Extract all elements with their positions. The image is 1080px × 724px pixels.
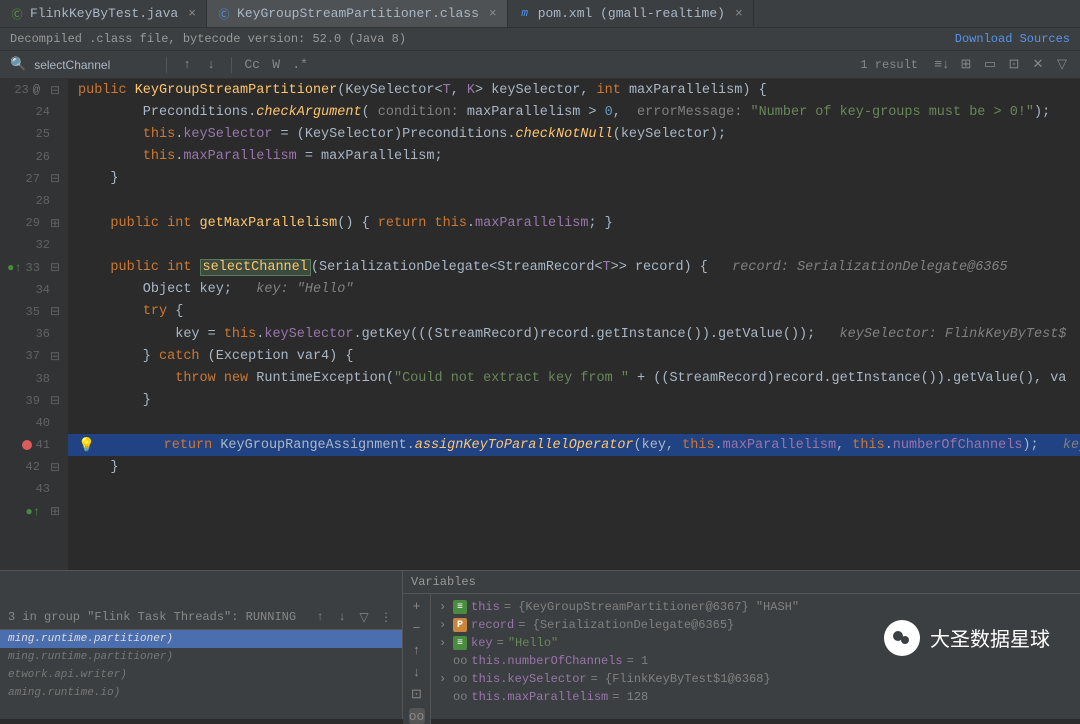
- gutter-line[interactable]: 32: [0, 234, 68, 256]
- line-gutter: 23@⊟ 24 25 26 27⊟ 28 29⊞ 32 ●↑33⊟ 34 35⊟…: [0, 79, 68, 570]
- toolbar-icon-4[interactable]: ⊡: [1006, 57, 1022, 73]
- toolbar-icon-5[interactable]: ✕: [1030, 57, 1046, 73]
- add-watch-icon[interactable]: +: [409, 598, 425, 614]
- next-frame-icon[interactable]: ↓: [334, 609, 350, 625]
- frames-header: 3 in group "Flink Task Threads": RUNNING…: [0, 605, 402, 630]
- gutter-line[interactable]: 43: [0, 478, 68, 500]
- gutter-line[interactable]: 41: [0, 434, 68, 456]
- prev-occurrence-icon[interactable]: ↑: [179, 57, 195, 73]
- stack-frame[interactable]: ming.runtime.partitioner): [0, 648, 402, 666]
- breakpoint-icon: [22, 440, 32, 450]
- maven-icon: m: [518, 7, 532, 21]
- variables-header: Variables: [403, 571, 1080, 594]
- prev-frame-icon[interactable]: ↑: [312, 609, 328, 625]
- stack-frame[interactable]: ming.runtime.partitioner): [0, 630, 402, 648]
- toolbar-icon-2[interactable]: ⊞: [958, 57, 974, 73]
- tab-label: KeyGroupStreamPartitioner.class: [237, 6, 479, 21]
- variable-row[interactable]: ›≡this = {KeyGroupStreamPartitioner@6367…: [435, 598, 1076, 616]
- stack-frame[interactable]: etwork.api.writer): [0, 666, 402, 684]
- more-icon[interactable]: ⋮: [378, 609, 394, 625]
- execution-line: 💡 return KeyGroupRangeAssignment.assignK…: [68, 434, 1080, 456]
- frames-panel: 3 in group "Flink Task Threads": RUNNING…: [0, 571, 403, 719]
- watermark: 大圣数据星球: [884, 620, 1050, 656]
- filter-icon[interactable]: ▽: [356, 609, 372, 625]
- java-class-icon: Ⓒ: [10, 7, 24, 21]
- this-icon: ≡: [453, 600, 467, 614]
- tab-file-1[interactable]: Ⓒ FlinkKeyByTest.java ×: [0, 0, 207, 27]
- var-icon: ≡: [453, 636, 467, 650]
- gutter-line[interactable]: ●↑⊞: [0, 501, 68, 523]
- watermark-text: 大圣数据星球: [930, 623, 1050, 653]
- next-occurrence-icon[interactable]: ↓: [203, 57, 219, 73]
- thread-status: 3 in group "Flink Task Threads": RUNNING: [8, 610, 296, 624]
- gutter-line[interactable]: 27⊟: [0, 168, 68, 190]
- remove-watch-icon[interactable]: −: [409, 620, 425, 636]
- gutter-line[interactable]: 35⊟: [0, 301, 68, 323]
- decompile-info-bar: Decompiled .class file, bytecode version…: [0, 28, 1080, 51]
- close-icon[interactable]: ×: [188, 6, 196, 21]
- divider: [166, 57, 167, 73]
- gutter-line[interactable]: 28: [0, 190, 68, 212]
- duplicate-icon[interactable]: ⊡: [409, 686, 425, 702]
- divider: [231, 57, 232, 73]
- match-case-icon[interactable]: Cc: [244, 57, 260, 73]
- tab-file-3[interactable]: m pom.xml (gmall-realtime) ×: [508, 0, 754, 27]
- download-sources-link[interactable]: Download Sources: [955, 32, 1070, 46]
- gutter-line[interactable]: 39⊟: [0, 390, 68, 412]
- intention-bulb-icon[interactable]: 💡: [78, 437, 95, 454]
- glasses-icon[interactable]: oo: [409, 708, 425, 724]
- gutter-line[interactable]: 29⊞: [0, 212, 68, 234]
- variable-row[interactable]: ›oo this.keySelector = {FlinkKeyByTest$1…: [435, 670, 1076, 688]
- param-icon: P: [453, 618, 467, 632]
- toolbar-icon-1[interactable]: ≡↓: [934, 57, 950, 73]
- gutter-line[interactable]: 38: [0, 367, 68, 389]
- search-input[interactable]: [34, 58, 154, 72]
- close-icon[interactable]: ×: [735, 6, 743, 21]
- variables-list: ›≡this = {KeyGroupStreamPartitioner@6367…: [431, 594, 1080, 724]
- gutter-line[interactable]: 40: [0, 412, 68, 434]
- tab-label: FlinkKeyByTest.java: [30, 6, 178, 21]
- gutter-line[interactable]: ●↑33⊟: [0, 257, 68, 279]
- gutter-line[interactable]: 25: [0, 123, 68, 145]
- stack-frame[interactable]: aming.runtime.io): [0, 684, 402, 702]
- up-icon[interactable]: ↑: [409, 642, 425, 658]
- code-editor: 23@⊟ 24 25 26 27⊟ 28 29⊞ 32 ●↑33⊟ 34 35⊟…: [0, 79, 1080, 570]
- filter-icon[interactable]: ▽: [1054, 57, 1070, 73]
- gutter-line[interactable]: 42⊟: [0, 456, 68, 478]
- tab-file-2[interactable]: Ⓒ KeyGroupStreamPartitioner.class ×: [207, 0, 508, 27]
- search-icon: 🔍: [10, 57, 26, 72]
- java-class-icon: Ⓒ: [217, 7, 231, 21]
- search-result-count: 1 result: [860, 58, 918, 72]
- regex-icon[interactable]: .*: [292, 57, 308, 73]
- gutter-line[interactable]: 36: [0, 323, 68, 345]
- gutter-line[interactable]: 26: [0, 146, 68, 168]
- variable-row[interactable]: oo this.maxParallelism = 128: [435, 688, 1076, 706]
- gutter-line[interactable]: 34: [0, 279, 68, 301]
- down-icon[interactable]: ↓: [409, 664, 425, 680]
- toolbar-icon-3[interactable]: ▭: [982, 57, 998, 73]
- variables-toolbar: + − ↑ ↓ ⊡ oo: [403, 594, 431, 724]
- gutter-line[interactable]: 23@⊟: [0, 79, 68, 101]
- whole-word-icon[interactable]: W: [268, 57, 284, 73]
- find-bar: 🔍 ↑ ↓ Cc W .* 1 result ≡↓ ⊞ ▭ ⊡ ✕ ▽: [0, 51, 1080, 79]
- gutter-line[interactable]: 24: [0, 101, 68, 123]
- editor-tabs: Ⓒ FlinkKeyByTest.java × Ⓒ KeyGroupStream…: [0, 0, 1080, 28]
- wechat-icon: [884, 620, 920, 656]
- close-icon[interactable]: ×: [489, 6, 497, 21]
- tab-label: pom.xml (gmall-realtime): [538, 6, 725, 21]
- decompile-info: Decompiled .class file, bytecode version…: [10, 32, 406, 46]
- gutter-line[interactable]: 37⊟: [0, 345, 68, 367]
- code-content[interactable]: public KeyGroupStreamPartitioner(KeySele…: [68, 79, 1080, 570]
